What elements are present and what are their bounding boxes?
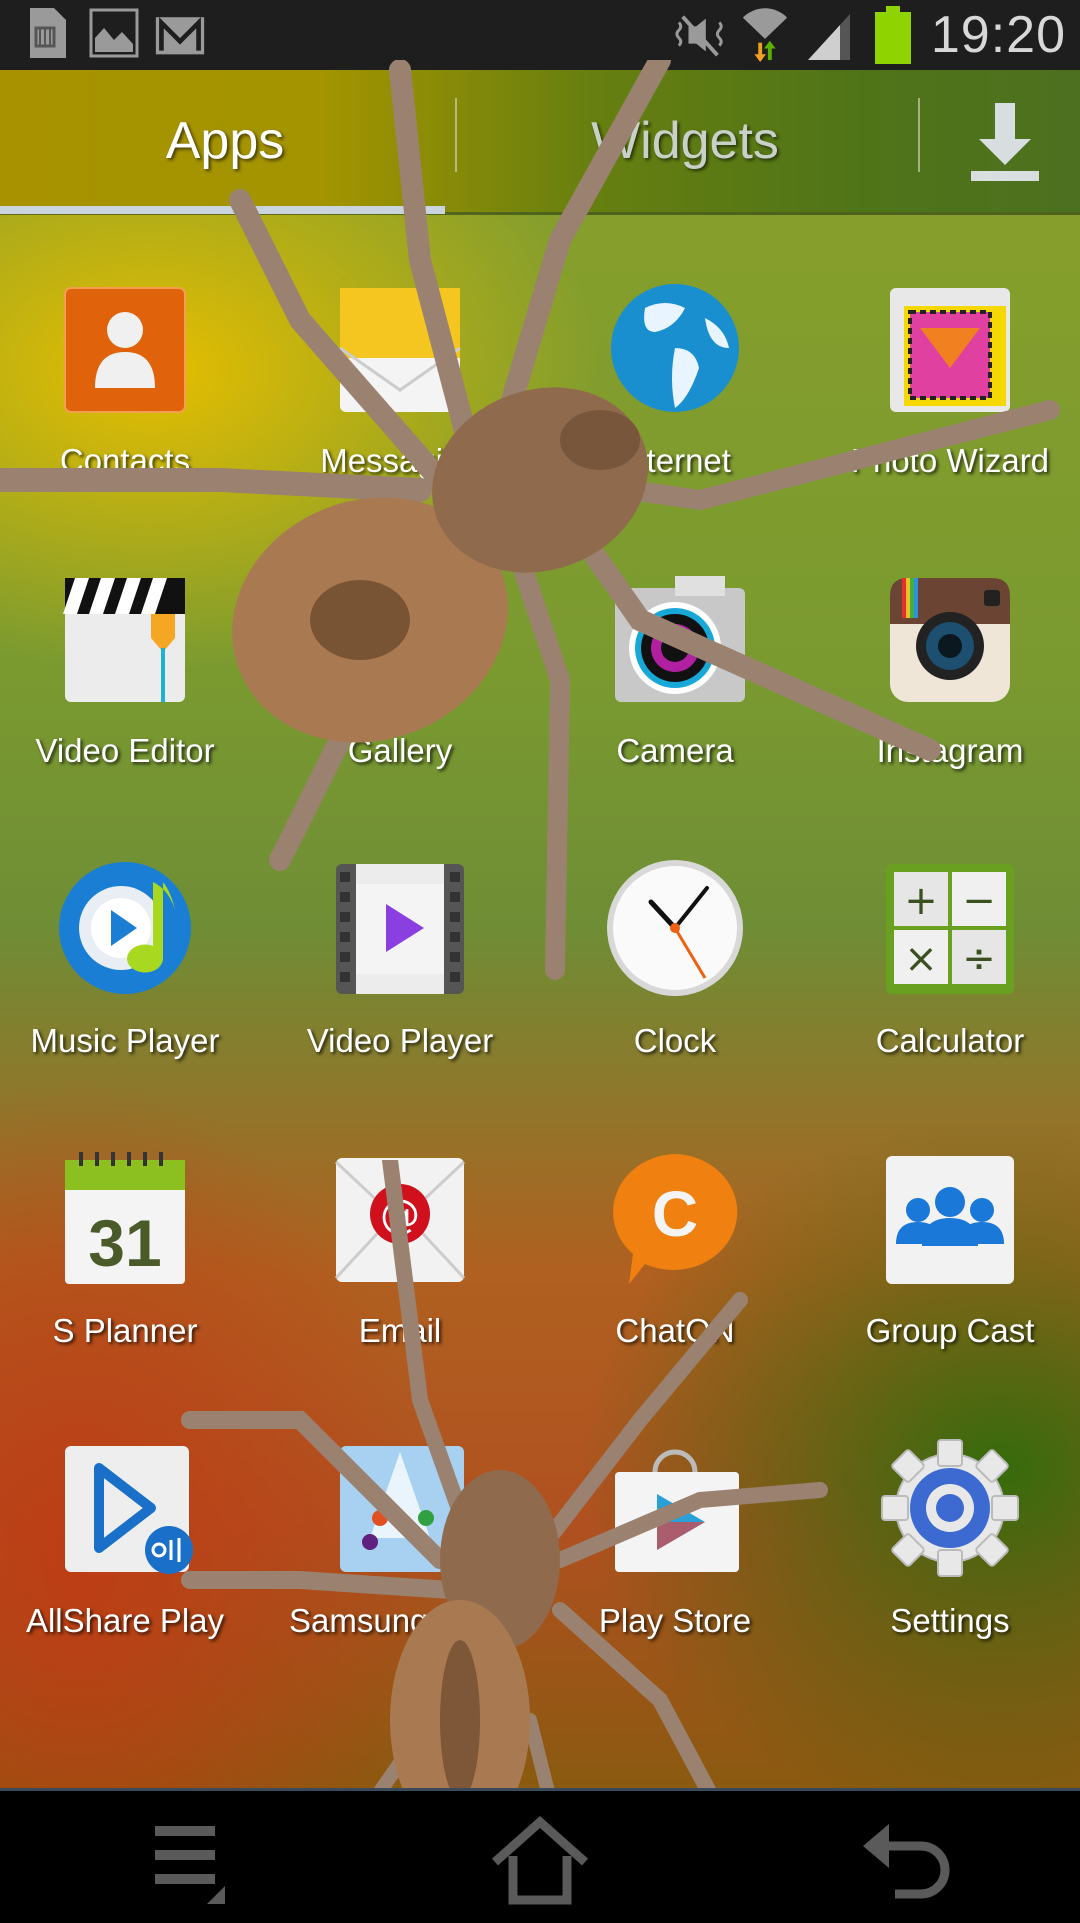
app-samsung-apps[interactable]: Samsung Apps — [265, 1430, 535, 1690]
app-email[interactable]: @ Email — [265, 1140, 535, 1400]
video-editor-icon — [63, 578, 185, 702]
play-store-icon — [615, 1449, 739, 1572]
settings-icon — [881, 1439, 1019, 1577]
download-button[interactable] — [955, 92, 1055, 192]
app-clock[interactable]: Clock — [540, 850, 810, 1110]
app-video-player[interactable]: Video Player — [265, 850, 535, 1110]
app-label: S Planner — [52, 1312, 198, 1349]
calculator-icon: + −× ÷ — [886, 864, 1014, 994]
app-contacts[interactable]: Contacts — [0, 270, 260, 530]
wifi-icon — [739, 8, 791, 62]
app-play-store[interactable]: Play Store — [540, 1430, 810, 1690]
app-photo-wizard[interactable]: Photo Wizard — [815, 270, 1080, 530]
menu-icon — [155, 1826, 225, 1904]
tab-divider — [918, 98, 920, 172]
app-label: Video Editor — [35, 732, 215, 769]
app-group-cast[interactable]: Group Cast — [815, 1140, 1080, 1400]
app-messaging[interactable]: Messaging — [265, 270, 535, 530]
instagram-icon — [890, 578, 1010, 702]
app-music-player[interactable]: Music Player — [0, 850, 260, 1110]
svg-text:−: − — [962, 878, 996, 924]
mute-icon — [675, 8, 727, 62]
gallery-notification-icon — [88, 6, 140, 60]
internet-icon — [611, 284, 739, 412]
svg-text:C: C — [652, 1178, 698, 1250]
active-tab-indicator — [0, 206, 445, 214]
app-label: Group Cast — [865, 1312, 1035, 1349]
app-allshare-play[interactable]: AllShare Play — [0, 1430, 260, 1690]
tab-widgets-label: Widgets — [591, 112, 779, 170]
app-calculator[interactable]: + − × ÷ Calculator — [815, 850, 1080, 1110]
status-bar: 19:20 — [0, 0, 1080, 70]
home-button[interactable] — [480, 1811, 600, 1911]
signal-icon — [803, 8, 855, 62]
app-label: Photo Wizard — [850, 442, 1050, 479]
app-internet[interactable]: Internet — [540, 270, 810, 530]
messaging-icon — [339, 288, 461, 412]
tab-apps-label: Apps — [165, 112, 285, 170]
app-label: Samsung Apps — [289, 1602, 511, 1639]
app-s-planner[interactable]: 31 S Planner — [0, 1140, 260, 1400]
svg-text:×: × — [904, 936, 938, 982]
battery-icon — [867, 6, 919, 64]
app-label: Video Player — [306, 1022, 494, 1059]
calendar-icon: 31 — [65, 1152, 185, 1284]
menu-button[interactable] — [130, 1811, 250, 1911]
app-label: Gallery — [347, 732, 453, 769]
navigation-bar — [0, 1788, 1080, 1923]
chaton-icon: C — [613, 1154, 738, 1284]
samsung-apps-icon — [340, 1446, 464, 1572]
email-icon: @ — [334, 1158, 466, 1282]
status-time: 19:20 — [930, 6, 1066, 64]
tab-widgets[interactable]: Widgets — [455, 70, 915, 212]
camera-icon — [615, 576, 745, 702]
tab-apps[interactable]: Apps — [0, 70, 450, 212]
svg-text:31: 31 — [88, 1206, 161, 1280]
app-label: Clock — [633, 1022, 717, 1059]
app-label: Contacts — [59, 442, 191, 479]
photo-wizard-icon — [890, 288, 1010, 412]
app-settings[interactable]: Settings — [815, 1430, 1080, 1690]
gmail-icon — [154, 6, 206, 60]
app-label: Music Player — [30, 1022, 220, 1059]
sd-card-icon — [22, 6, 74, 60]
app-label: Messaging — [320, 442, 480, 479]
download-icon — [971, 103, 1039, 181]
app-label: Camera — [616, 732, 734, 769]
app-camera[interactable]: Camera — [540, 560, 810, 820]
app-label: Email — [358, 1312, 442, 1349]
svg-text:+: + — [904, 878, 938, 924]
app-label: Calculator — [875, 1022, 1025, 1059]
home-icon — [492, 1816, 588, 1905]
app-label: AllShare Play — [25, 1602, 225, 1639]
group-cast-icon — [886, 1156, 1014, 1284]
app-chaton[interactable]: C ChatON — [540, 1140, 810, 1400]
app-video-editor[interactable]: Video Editor — [0, 560, 260, 820]
music-player-icon — [59, 862, 191, 994]
app-label: ChatON — [615, 1312, 735, 1349]
app-label: Play Store — [598, 1602, 752, 1639]
app-drawer-tab-bar: Apps Widgets — [0, 70, 1080, 212]
clock-icon — [607, 860, 743, 996]
app-gallery[interactable]: Gallery — [265, 560, 535, 820]
app-instagram[interactable]: Instagram — [815, 560, 1080, 820]
video-player-icon — [336, 864, 464, 994]
gallery-icon — [340, 578, 460, 702]
app-label: Settings — [890, 1602, 1010, 1639]
back-button[interactable] — [845, 1811, 965, 1911]
back-icon — [863, 1824, 950, 1899]
allshare-play-icon — [65, 1446, 193, 1574]
svg-text:@: @ — [380, 1192, 420, 1238]
contacts-icon — [64, 287, 186, 413]
svg-text:÷: ÷ — [962, 936, 996, 982]
app-label: Instagram — [876, 732, 1024, 769]
app-label: Internet — [619, 442, 731, 479]
